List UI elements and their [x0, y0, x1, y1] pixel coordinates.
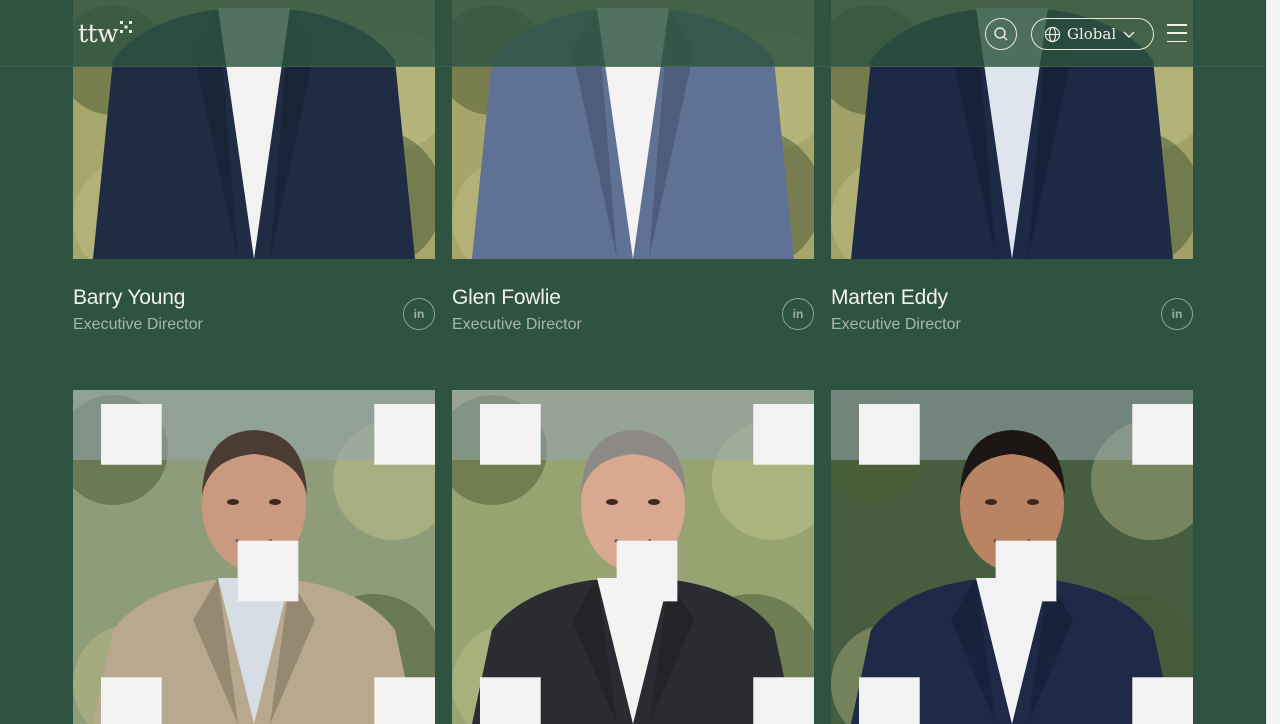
site-header: ttw Global — [0, 0, 1266, 67]
linkedin-button[interactable]: in — [403, 298, 435, 330]
search-icon — [994, 27, 1008, 41]
globe-icon — [1044, 26, 1061, 42]
menu-button[interactable] — [1167, 24, 1189, 42]
menu-icon-line — [1167, 40, 1187, 42]
linkedin-icon: in — [413, 307, 425, 321]
logo[interactable]: ttw — [78, 19, 132, 48]
menu-icon-line — [1167, 24, 1187, 26]
logo-text: ttw — [78, 19, 119, 48]
team-member-card[interactable] — [73, 390, 435, 724]
linkedin-button[interactable]: in — [782, 298, 814, 330]
member-photo[interactable] — [73, 390, 435, 724]
menu-icon-line — [1167, 32, 1187, 34]
logo-mark-icon — [120, 21, 132, 33]
team-member-card[interactable] — [831, 390, 1193, 724]
member-role: Executive Director — [831, 316, 961, 333]
page-scrollbar[interactable] — [1266, 0, 1280, 724]
member-photo[interactable] — [831, 390, 1193, 724]
linkedin-icon: in — [1171, 307, 1183, 321]
member-role: Executive Director — [452, 316, 582, 333]
member-name[interactable]: Marten Eddy — [831, 286, 948, 310]
member-photo[interactable] — [452, 390, 814, 724]
member-info: Glen Fowlie Executive Director in — [452, 286, 814, 342]
brand-mark-icon — [101, 404, 435, 724]
member-info: Barry Young Executive Director in — [73, 286, 435, 342]
brand-mark-icon — [480, 404, 814, 724]
linkedin-icon: in — [792, 307, 804, 321]
search-button[interactable] — [985, 18, 1017, 50]
brand-mark-icon — [859, 404, 1193, 724]
chevron-down-icon — [1123, 31, 1135, 38]
member-info: Marten Eddy Executive Director in — [831, 286, 1193, 342]
linkedin-button[interactable]: in — [1161, 298, 1193, 330]
member-name[interactable]: Glen Fowlie — [452, 286, 561, 310]
member-role: Executive Director — [73, 316, 203, 333]
team-member-card[interactable] — [452, 390, 814, 724]
region-label: Global — [1067, 25, 1117, 43]
page: Barry Young Executive Director in Glen F… — [0, 0, 1280, 724]
member-name[interactable]: Barry Young — [73, 286, 185, 310]
region-selector[interactable]: Global — [1031, 18, 1154, 50]
